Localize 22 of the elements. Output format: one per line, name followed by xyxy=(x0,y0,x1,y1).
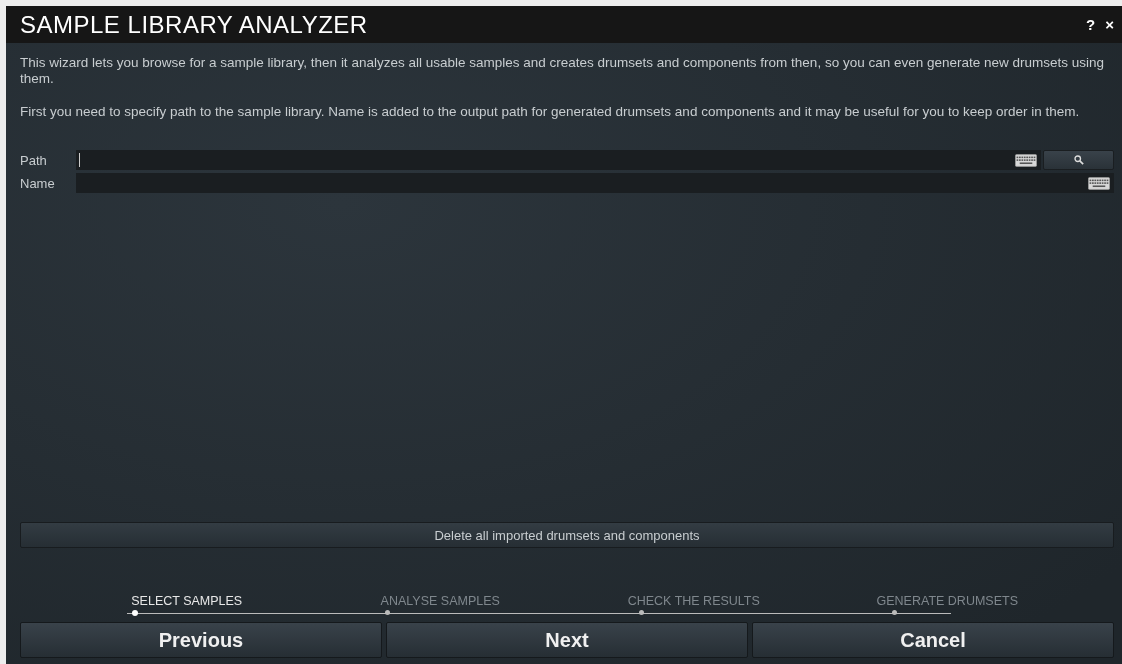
step-label: SELECT SAMPLES xyxy=(131,594,243,608)
delete-button[interactable]: Delete all imported drumsets and components xyxy=(20,522,1114,548)
help-button[interactable]: ? xyxy=(1082,16,1100,33)
description-text: First you need to specify path to the sample library. Name is added to the output path for generated drumsets and components and it may be useful for you to keep order in them. xyxy=(20,104,1081,120)
description-text: This wizard lets you browse for a sample library, then it analyzes all usable samples and creates drumsets and components from then, so you can even generate new drumsets using them. xyxy=(20,55,1105,87)
wizard-button[interactable]: Cancel xyxy=(752,622,1114,658)
search-icon xyxy=(1073,155,1084,165)
keyboard-icon[interactable] xyxy=(1088,176,1110,190)
field-label: Path xyxy=(20,152,48,168)
step-label: ANALYSE SAMPLES xyxy=(380,594,500,608)
keyboard-icon[interactable] xyxy=(1015,153,1037,167)
search-button[interactable] xyxy=(1043,150,1114,170)
step-label: CHECK THE RESULTS xyxy=(627,594,760,608)
wizard-button[interactable]: Previous xyxy=(20,622,382,658)
wizard-button[interactable]: Next xyxy=(386,622,748,658)
step-label: GENERATE DRUMSETS xyxy=(876,594,1018,608)
input-field[interactable] xyxy=(76,173,1114,193)
field-label: Name xyxy=(20,175,56,191)
input-field[interactable] xyxy=(76,150,1041,170)
step-dot xyxy=(131,610,138,616)
close-button[interactable]: × xyxy=(1101,16,1118,33)
window-title: SAMPLE LIBRARY ANALYZER xyxy=(20,10,368,39)
